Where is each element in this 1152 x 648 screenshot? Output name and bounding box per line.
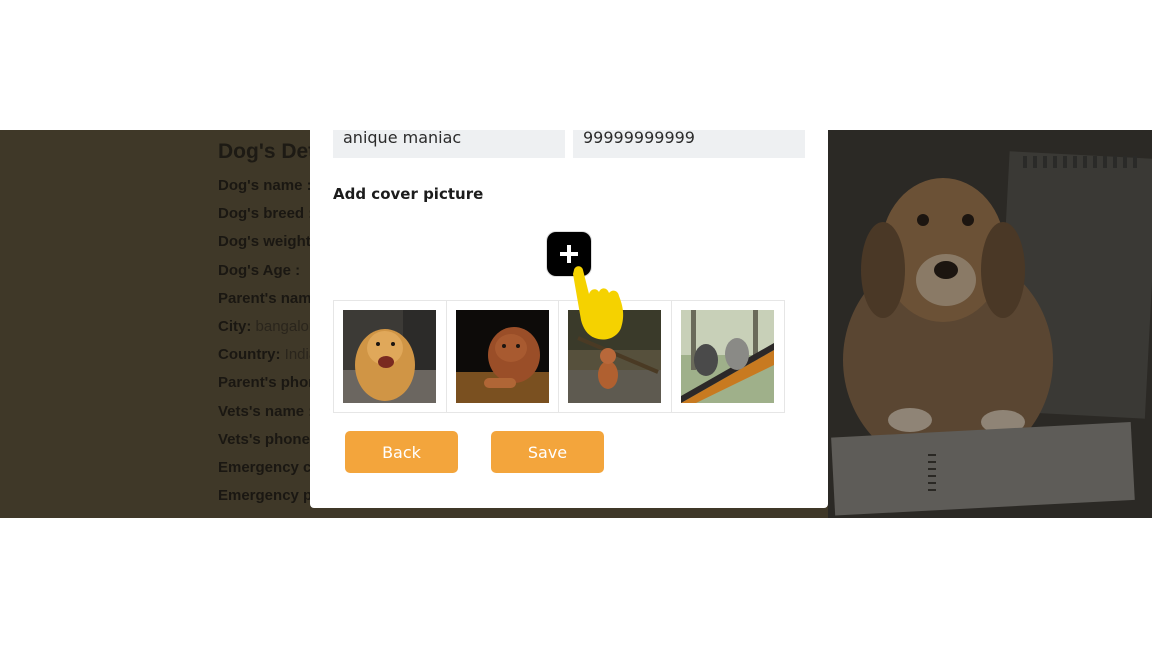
dog-hero-photo bbox=[828, 130, 1152, 518]
thumbnail-dogs-in-hammock[interactable] bbox=[672, 301, 785, 412]
cover-thumbnail-list bbox=[333, 300, 785, 413]
detail-label: Dog's breed : bbox=[218, 205, 314, 223]
detail-label: Vets's phone : bbox=[218, 430, 320, 448]
detail-label: Country: bbox=[218, 346, 281, 364]
hand-pointer-icon bbox=[565, 262, 629, 342]
detail-label: Dog's Age : bbox=[218, 261, 301, 279]
cover-picture-label: Add cover picture bbox=[333, 185, 484, 203]
parent-name-field[interactable]: anique maniac bbox=[333, 130, 565, 158]
thumbnail-mastiff-puppy[interactable] bbox=[447, 301, 559, 412]
back-button[interactable]: Back bbox=[345, 431, 458, 473]
thumbnail-golden-retriever[interactable] bbox=[334, 301, 447, 412]
detail-label: Vets's name : bbox=[218, 402, 314, 420]
parent-phone-field[interactable]: 99999999999 bbox=[573, 130, 805, 158]
detail-label: Dog's name : bbox=[218, 177, 312, 194]
detail-label: Dog's weight : bbox=[218, 233, 320, 251]
save-button[interactable]: Save bbox=[491, 431, 604, 473]
detail-label: City: bbox=[218, 317, 252, 335]
page: Dog's Details Dog's name :Dog's breed :D… bbox=[0, 0, 1152, 648]
